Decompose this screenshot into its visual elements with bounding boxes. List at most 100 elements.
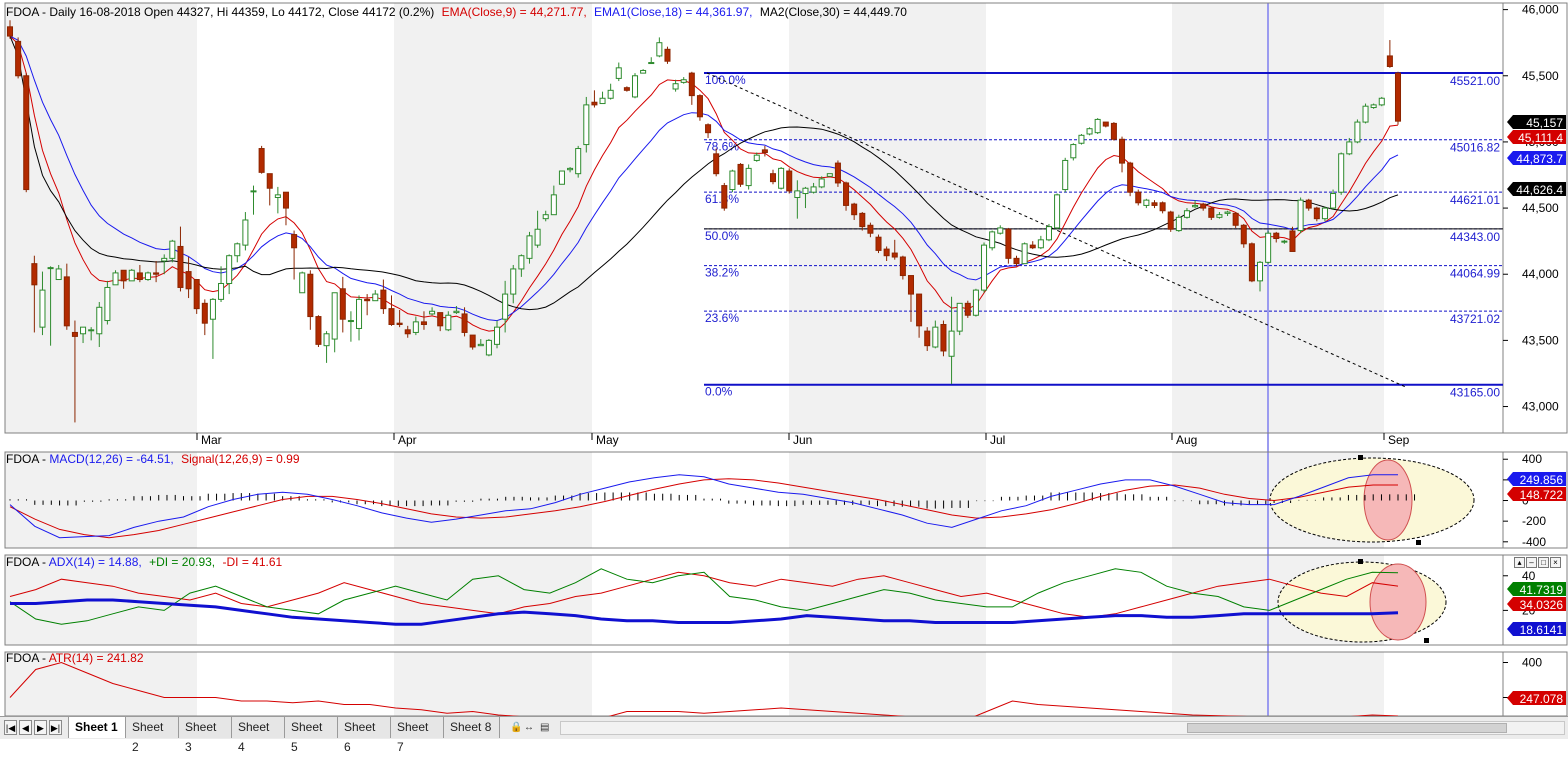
adx-label: ADX(14) = 14.88, [49, 555, 142, 569]
candle-down [469, 334, 476, 348]
lock-icon[interactable]: 🔒 [510, 720, 522, 735]
candle-down [388, 308, 395, 326]
candle-down [461, 313, 468, 333]
candle-down [713, 153, 720, 175]
candle-down [721, 185, 728, 209]
macd-handle [1358, 455, 1363, 460]
tab-sheet-3[interactable]: Sheet 3 [179, 717, 232, 754]
candle-up [104, 286, 111, 322]
month-label: Aug [1176, 433, 1197, 447]
candle-up [794, 190, 801, 198]
y-tick-label: 45,500 [1522, 69, 1559, 83]
candle-up [956, 302, 963, 332]
candle-up [347, 320, 354, 323]
atr-sep: - [42, 651, 49, 665]
pane-minimize-icon[interactable]: – [1526, 557, 1537, 568]
candle-up [88, 329, 95, 332]
tab-sheet-8[interactable]: Sheet 8 [444, 717, 500, 738]
month-label: Jul [990, 433, 1005, 447]
fib-pct-label: 100.0% [705, 73, 746, 87]
candle-down [916, 293, 923, 327]
candle-up [1086, 128, 1093, 135]
candle-up [1143, 199, 1150, 206]
next-sheet-icon[interactable]: ▶ [34, 720, 47, 735]
candle-up [47, 267, 54, 270]
candle-up [429, 310, 436, 315]
macd-handle [1416, 540, 1421, 545]
tab-sheet-1[interactable]: Sheet 1 [68, 717, 126, 738]
adx-legend: FDOA - ADX(14) = 14.88, +DI = 20.93, -DI… [6, 555, 283, 569]
first-sheet-icon[interactable]: |◀ [4, 720, 17, 735]
month-label: May [596, 433, 619, 447]
candle-down [1232, 212, 1239, 226]
tab-sheet-2[interactable]: Sheet 2 [126, 717, 179, 754]
candle-up [1297, 199, 1304, 232]
candle-up [972, 289, 979, 316]
pane-close-icon[interactable]: × [1550, 557, 1561, 568]
pane-scroll-up-icon[interactable]: ▴ [1514, 557, 1525, 568]
candle-down [31, 263, 38, 286]
candle-up [161, 257, 168, 262]
candle-up [372, 293, 379, 302]
charting-app: 100.0%45521.0078.6%45016.8261.8%44621.01… [0, 0, 1568, 754]
link-icon[interactable]: ↔ [524, 720, 534, 735]
candle-up [631, 75, 639, 98]
candle-down [867, 224, 874, 234]
fib-pct-label: 23.6% [705, 311, 739, 325]
candle-down [339, 288, 346, 320]
atr-legend: FDOA - ATR(14) = 241.82 [6, 651, 144, 665]
candle-down [1102, 121, 1109, 127]
month-label: Sep [1388, 433, 1410, 447]
candle-down [1119, 138, 1126, 164]
candle-down [1151, 202, 1158, 206]
y-tick-label: 400 [1522, 656, 1542, 670]
prev-sheet-icon[interactable]: ◀ [19, 720, 32, 735]
candle-up [526, 235, 533, 259]
sheet-settings-icon[interactable]: ▤ [540, 720, 549, 735]
candle-up [144, 272, 152, 281]
candle-up [1078, 134, 1085, 144]
candle-up [802, 187, 809, 195]
candle-down [761, 149, 768, 154]
candle-down [899, 256, 906, 277]
candle-up [453, 310, 460, 314]
candle-up [656, 42, 663, 57]
month-band [789, 555, 986, 645]
candle-down [1127, 162, 1134, 193]
horizontal-scrollbar[interactable] [560, 721, 1565, 735]
fib-pct-label: 50.0% [705, 229, 739, 243]
candle-down [907, 275, 914, 295]
candle-up [989, 231, 996, 249]
tab-sheet-7[interactable]: Sheet 7 [391, 717, 444, 754]
candle-up [331, 292, 338, 340]
tab-sheet-6[interactable]: Sheet 6 [338, 717, 391, 754]
candle-up [1054, 194, 1061, 229]
pane-maximize-icon[interactable]: □ [1538, 557, 1549, 568]
candle-up [502, 293, 509, 320]
tab-sheet-4[interactable]: Sheet 4 [232, 717, 285, 754]
chart-area[interactable]: 100.0%45521.0078.6%45016.8261.8%44621.01… [0, 0, 1568, 723]
candle-up [1021, 243, 1028, 265]
macd-signal-tag: 148.722 [1520, 488, 1564, 502]
candle-down [266, 173, 273, 189]
candle-down [705, 124, 712, 134]
candle-down [834, 162, 841, 184]
macd-symbol: FDOA [6, 452, 39, 466]
candle-down [1110, 122, 1117, 140]
tab-sheet-5[interactable]: Sheet 5 [285, 717, 338, 754]
candle-down [786, 170, 793, 192]
candle-up [96, 306, 103, 335]
candle-up [1175, 216, 1182, 232]
scrollbar-thumb[interactable] [1187, 723, 1507, 733]
main-title: FDOA - Daily 16-08-2018 Open 44327, Hi 4… [6, 5, 434, 19]
candle-down [623, 87, 630, 91]
last-sheet-icon[interactable]: ▶| [49, 720, 62, 735]
macd-signal-label: Signal(12,26,9) = 0.99 [181, 452, 300, 466]
ma30-price-tag: 44,626.4 [1516, 183, 1563, 197]
candle-up [575, 148, 582, 175]
atr-label: ATR(14) = 241.82 [49, 651, 144, 665]
candle-up [518, 255, 525, 270]
candle-up [1094, 118, 1101, 134]
macd-sep: - [42, 452, 49, 466]
candle-down [1029, 244, 1036, 249]
